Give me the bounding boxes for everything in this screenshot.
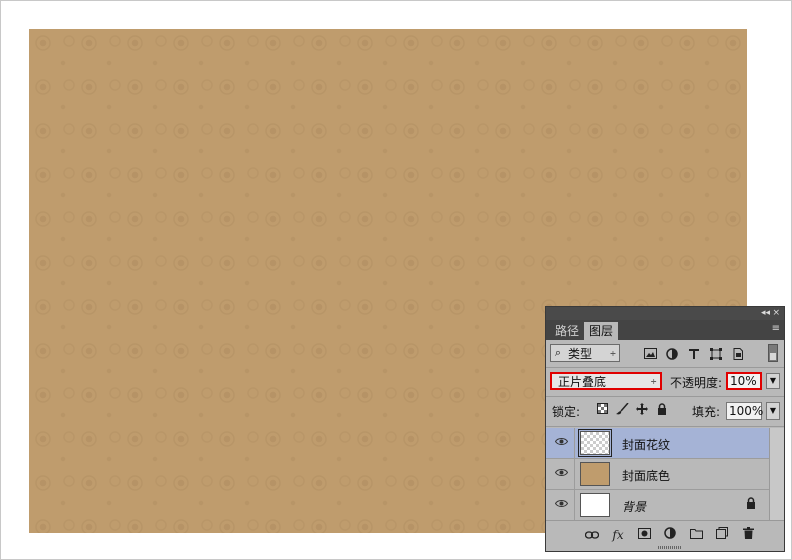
search-icon: ⌕ [554,346,562,359]
panel-tabbar: 路径 图层 ≡ [546,320,784,340]
stepper-arrow-icon: ÷ [650,376,657,386]
layer-filter-select[interactable]: ⌕ 类型 ÷ [550,344,620,362]
layer-thumbnail[interactable] [580,493,610,517]
filter-icons [642,346,746,361]
layer-thumbnail[interactable] [578,429,612,457]
divider [546,367,784,368]
lock-image-pixels-brush-icon[interactable] [614,402,630,418]
blend-mode-select[interactable]: 正片叠底 ÷ [550,372,662,390]
divider [574,459,575,489]
layer-name[interactable]: 封面底色 [622,467,670,484]
lock-position-move-icon[interactable] [634,403,650,418]
layer-style-fx-icon[interactable]: fx [610,527,626,543]
opacity-dropdown-button[interactable]: ▼ [766,373,780,389]
divider [574,490,575,520]
eye-icon[interactable] [554,436,568,450]
tab-paths[interactable]: 路径 [550,322,584,340]
lock-all-icon[interactable] [654,403,670,418]
layers-bottom-toolbar: fx [546,520,784,551]
layer-name[interactable]: 背景 [622,498,646,515]
new-layer-icon[interactable] [714,527,730,543]
panel-menu-icon[interactable]: ≡ [772,323,780,334]
type-filter-icon[interactable] [686,346,702,361]
layer-name[interactable]: 封面花纹 [622,436,670,453]
opacity-label: 不透明度: [670,376,723,390]
image-filter-icon[interactable] [642,346,658,361]
layer-thumbnail[interactable] [580,462,610,486]
layers-panel-body: ⌕ 类型 ÷ 正片叠底 ÷ 不透明度: 10% ▼ 锁定: 填充: 100% ▼… [546,340,784,551]
new-adjustment-layer-icon[interactable] [662,527,678,543]
opacity-input[interactable]: 10% [726,372,762,390]
delete-layer-trash-icon[interactable] [740,527,756,543]
tab-layers[interactable]: 图层 [584,322,619,340]
add-mask-icon[interactable] [636,527,652,543]
divider [546,426,784,427]
close-icon[interactable]: × [772,307,780,320]
resize-grip[interactable] [658,546,682,549]
stepper-arrow-icon: ÷ [609,348,617,358]
layers-scrollbar[interactable] [769,428,784,521]
adjustment-filter-icon[interactable] [664,346,680,361]
blend-mode-value: 正片叠底 [558,374,607,389]
divider [546,396,784,397]
layer-row[interactable]: 封面底色 [546,459,770,490]
lock-icon [746,497,756,512]
bottom-toolbar-icons: fx [584,527,756,543]
filter-type-label: 类型 [568,346,593,361]
layer-row[interactable]: 背景 [546,490,770,521]
filter-toggle-switch[interactable] [768,344,778,362]
divider [574,428,575,458]
lock-icons [594,402,670,418]
smart-object-filter-icon[interactable] [730,346,746,361]
eye-icon[interactable] [554,498,568,512]
layers-panel: ◂◂ × 路径 图层 ≡ ⌕ 类型 ÷ 正片叠底 ÷ 不透明度: 10% ▼ 锁… [545,306,785,552]
lock-transparent-pixels-icon[interactable] [594,403,610,418]
new-group-folder-icon[interactable] [688,527,704,543]
panel-title-bar: ◂◂ × [546,307,784,320]
layers-list: 封面花纹 封面底色 背景 [546,428,770,521]
link-layers-icon[interactable] [584,527,600,543]
layer-row[interactable]: 封面花纹 [546,428,770,459]
fill-input[interactable]: 100% [726,402,763,420]
eye-icon[interactable] [554,467,568,481]
lock-label: 锁定: [552,405,581,419]
fill-dropdown-button[interactable]: ▼ [766,402,780,420]
shape-filter-icon[interactable] [708,346,724,361]
fill-label: 填充: [692,405,721,419]
collapse-icon[interactable]: ◂◂ [761,307,770,320]
